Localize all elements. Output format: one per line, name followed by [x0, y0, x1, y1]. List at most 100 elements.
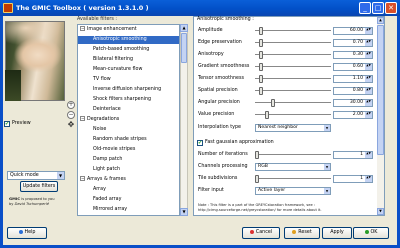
- iterations-spinbox[interactable]: 1 ▲▼: [333, 151, 373, 159]
- filter-item[interactable]: Array: [78, 186, 179, 194]
- scroll-up-icon[interactable]: ▲: [377, 17, 384, 24]
- param-slider-track[interactable]: [255, 54, 331, 56]
- param-spinbox[interactable]: 30.00 ▲▼: [333, 99, 373, 107]
- param-slider-track[interactable]: [255, 90, 331, 92]
- spin-arrows-icon[interactable]: ▲▼: [365, 152, 372, 158]
- param-slider-knob[interactable]: [259, 51, 263, 59]
- param-spinbox[interactable]: 0.80 ▲▼: [333, 87, 373, 95]
- preview-quality-select[interactable]: Quick mode ▼: [7, 171, 65, 180]
- filter-item[interactable]: Patch-based smoothing: [78, 46, 179, 54]
- param-slider-track[interactable]: [255, 42, 331, 44]
- chevron-down-icon[interactable]: ▼: [57, 172, 64, 179]
- filter-label: Faded array: [93, 197, 122, 202]
- param-slider-knob[interactable]: [259, 75, 263, 83]
- param-slider-knob[interactable]: [259, 27, 263, 35]
- spin-arrows-icon[interactable]: ▲▼: [365, 88, 372, 94]
- spin-arrows-icon[interactable]: ▲▼: [365, 176, 372, 182]
- filter-item[interactable]: Damp patch: [78, 156, 179, 164]
- spin-arrows-icon[interactable]: ▲▼: [365, 28, 372, 34]
- reset-icon: [292, 229, 297, 234]
- maximize-button[interactable]: □: [372, 2, 384, 14]
- subdivisions-slider-track[interactable]: [255, 178, 331, 180]
- filter-item[interactable]: Random shade stripes: [78, 136, 179, 144]
- filter-tree-scroll-thumb[interactable]: [181, 33, 187, 63]
- param-slider-knob[interactable]: [259, 63, 263, 71]
- filter-item[interactable]: Bilateral filtering: [78, 56, 179, 64]
- filter-item[interactable]: Shock filters sharpening: [78, 96, 179, 104]
- minimize-button[interactable]: _: [359, 2, 371, 14]
- filter-item[interactable]: Inverse diffusion sharpening: [78, 86, 179, 94]
- cancel-button[interactable]: Cancel: [242, 227, 280, 239]
- filter-input-select[interactable]: Active layer ▼: [255, 187, 331, 195]
- ok-button[interactable]: OK: [353, 227, 389, 239]
- param-slider-track[interactable]: [255, 78, 331, 80]
- update-filters-button[interactable]: Update filters: [20, 181, 58, 192]
- param-slider-track[interactable]: [255, 102, 331, 104]
- filter-label: Inverse diffusion sharpening: [93, 87, 162, 92]
- param-slider-track[interactable]: [255, 30, 331, 32]
- filter-item[interactable]: Faded array: [78, 196, 179, 204]
- param-spinbox[interactable]: 0.60 ▲▼: [333, 63, 373, 71]
- credits-title: GMIC: [9, 196, 21, 201]
- filter-category[interactable]: − Image enhancement: [78, 26, 179, 34]
- chevron-down-icon[interactable]: ▼: [324, 188, 330, 194]
- param-slider-knob[interactable]: [259, 87, 263, 95]
- filter-label: Random shade stripes: [93, 137, 147, 142]
- apply-button[interactable]: Apply: [322, 227, 352, 239]
- help-button[interactable]: Help: [7, 227, 47, 239]
- param-slider-track[interactable]: [255, 66, 331, 68]
- param-slider-knob[interactable]: [259, 39, 263, 47]
- param-spinbox[interactable]: 60.00 ▲▼: [333, 27, 373, 35]
- reset-button[interactable]: Reset: [284, 227, 320, 239]
- spin-arrows-icon[interactable]: ▲▼: [365, 40, 372, 46]
- collapse-icon[interactable]: −: [80, 26, 85, 31]
- iterations-slider-knob[interactable]: [255, 151, 259, 159]
- close-button[interactable]: ✕: [385, 2, 397, 14]
- param-spinbox[interactable]: 0.70 ▲▼: [333, 39, 373, 47]
- fast-gaussian-checkbox[interactable]: ✔: [197, 140, 203, 146]
- chevron-down-icon[interactable]: ▼: [324, 125, 330, 131]
- subdivisions-spinbox[interactable]: 1 ▲▼: [333, 175, 373, 183]
- param-spinbox-value: 0.80: [352, 88, 363, 93]
- spin-arrows-icon[interactable]: ▲▼: [365, 64, 372, 70]
- preview-checkbox[interactable]: ✔: [4, 121, 10, 127]
- filter-item[interactable]: Anisotropic smoothing: [78, 36, 179, 44]
- param-spinbox[interactable]: 0.30 ▲▼: [333, 51, 373, 59]
- zoom-out-icon[interactable]: −: [67, 111, 75, 119]
- zoom-in-icon[interactable]: +: [67, 101, 75, 109]
- filter-item[interactable]: TV flow: [78, 76, 179, 84]
- filter-item[interactable]: Noise: [78, 126, 179, 134]
- filter-item[interactable]: Mirrored array: [78, 206, 179, 214]
- filter-tree[interactable]: − Image enhancement Anisotropic smoothing P…: [77, 24, 180, 216]
- collapse-icon[interactable]: −: [80, 176, 85, 181]
- filter-category[interactable]: − Degradations: [78, 116, 179, 124]
- title-bar[interactable]: The GMIC Toolbox ( version 1.3.1.0 ) _ □…: [0, 0, 400, 16]
- param-slider-knob[interactable]: [265, 111, 269, 119]
- param-spinbox[interactable]: 2.00 ▲▼: [333, 111, 373, 119]
- chevron-down-icon[interactable]: ▼: [324, 164, 330, 170]
- interpolation-select[interactable]: Nearest neighbor ▼: [255, 124, 331, 132]
- filter-item[interactable]: Light patch: [78, 166, 179, 174]
- channels-select[interactable]: RGB ▼: [255, 163, 331, 171]
- subdivisions-slider-knob[interactable]: [255, 175, 259, 183]
- iterations-label: Number of iterations: [198, 152, 248, 157]
- parameters-scroll-thumb[interactable]: [377, 25, 384, 155]
- spin-arrows-icon[interactable]: ▲▼: [365, 112, 372, 118]
- scroll-up-icon[interactable]: ▲: [180, 24, 188, 32]
- collapse-icon[interactable]: −: [80, 116, 85, 121]
- filter-item[interactable]: Deinterlace: [78, 106, 179, 114]
- filter-item[interactable]: Mean-curvature flow: [78, 66, 179, 74]
- subdivisions-label: Tile subdivisions: [198, 176, 238, 181]
- fast-gaussian-label: Fast gaussian approximation: [205, 140, 274, 145]
- spin-arrows-icon[interactable]: ▲▼: [365, 52, 372, 58]
- param-spinbox[interactable]: 1.10 ▲▼: [333, 75, 373, 83]
- param-slider-knob[interactable]: [271, 99, 275, 107]
- spin-arrows-icon[interactable]: ▲▼: [365, 100, 372, 106]
- spin-arrows-icon[interactable]: ▲▼: [365, 76, 372, 82]
- ok-label: OK: [370, 230, 378, 235]
- iterations-slider-track[interactable]: [255, 154, 331, 156]
- filter-category[interactable]: − Arrays & frames: [78, 176, 179, 184]
- filter-item[interactable]: Old-movie stripes: [78, 146, 179, 154]
- scroll-down-icon[interactable]: ▼: [180, 208, 188, 216]
- move-icon[interactable]: ✥: [67, 121, 75, 129]
